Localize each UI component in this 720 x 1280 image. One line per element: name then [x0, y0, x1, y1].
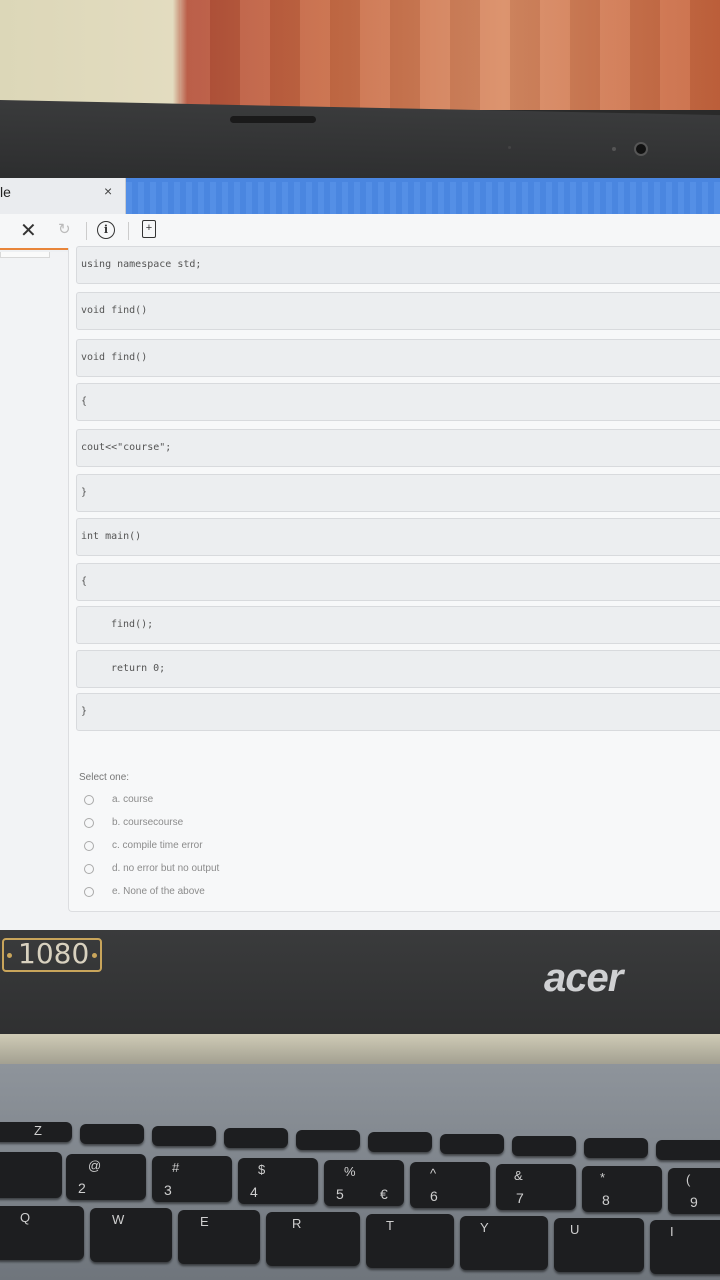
- quiz-page: using namespace std; void find() void fi…: [0, 246, 720, 936]
- background-blur: [180, 0, 720, 110]
- fn-key[interactable]: [440, 1134, 504, 1154]
- fn-key[interactable]: [224, 1128, 288, 1148]
- laptop-hinge: [0, 1034, 720, 1064]
- reload-icon[interactable]: ↻: [58, 220, 71, 238]
- key-5[interactable]: % 5 €: [324, 1160, 404, 1206]
- tab-strip-pattern: [126, 182, 720, 214]
- key-7[interactable]: & 7: [496, 1164, 576, 1210]
- code-line: }: [76, 474, 720, 512]
- option-label: c. compile time error: [112, 840, 203, 851]
- option-label: a. course: [112, 794, 154, 805]
- code-line: cout<<"course";: [76, 429, 720, 467]
- key-i[interactable]: I: [650, 1220, 720, 1274]
- side-panel: [0, 252, 50, 258]
- fn-key[interactable]: [296, 1130, 360, 1150]
- answer-option[interactable]: e. None of the above: [84, 886, 205, 897]
- code-line: {: [76, 383, 720, 421]
- fn-key[interactable]: [656, 1140, 720, 1160]
- answer-option[interactable]: b. coursecourse: [84, 817, 183, 828]
- key-e[interactable]: E: [178, 1210, 260, 1264]
- key-r[interactable]: R: [266, 1212, 360, 1266]
- option-label: d. no error but no output: [112, 863, 220, 874]
- fn-key[interactable]: [152, 1126, 216, 1146]
- key-q[interactable]: Q: [0, 1206, 84, 1260]
- radio-button[interactable]: [84, 863, 94, 874]
- radio-button[interactable]: [84, 886, 94, 897]
- option-label: e. None of the above: [112, 886, 205, 897]
- key-2[interactable]: @2: [66, 1154, 146, 1200]
- brand-logo: acer: [544, 956, 623, 1000]
- select-one-label: Select one:: [79, 772, 130, 783]
- code-line: find();: [76, 606, 720, 644]
- key-8[interactable]: * 8: [582, 1166, 662, 1212]
- key[interactable]: [0, 1152, 62, 1198]
- sensor-dot: [508, 146, 511, 149]
- fn-key[interactable]: [368, 1132, 432, 1152]
- code-line: void find(): [76, 292, 720, 330]
- code-line: int main(): [76, 518, 720, 556]
- code-line: void find(): [76, 339, 720, 377]
- key-u[interactable]: U: [554, 1218, 644, 1272]
- page-icon[interactable]: +: [142, 220, 156, 238]
- laptop-screen: le × ✕ ↻ i + using namespace std; void f…: [0, 178, 720, 936]
- toolbar-divider: [86, 222, 87, 240]
- browser-toolbar: ✕ ↻ i +: [0, 214, 720, 250]
- key-6[interactable]: ^ 6: [410, 1162, 490, 1208]
- code-line: }: [76, 693, 720, 731]
- key-9[interactable]: (9: [668, 1168, 720, 1214]
- key-t[interactable]: T: [366, 1214, 454, 1268]
- radio-button[interactable]: [84, 840, 94, 851]
- tab-close-button[interactable]: ×: [104, 183, 112, 199]
- close-icon[interactable]: ✕: [20, 218, 37, 243]
- tab-title: le: [0, 184, 11, 200]
- radio-button[interactable]: [84, 794, 94, 805]
- code-line: {: [76, 563, 720, 601]
- key-3[interactable]: #3: [152, 1156, 232, 1202]
- fn-key[interactable]: Z: [0, 1122, 72, 1142]
- answer-option[interactable]: d. no error but no output: [84, 863, 219, 874]
- camera-light: [612, 147, 616, 151]
- option-label: b. coursecourse: [112, 817, 184, 828]
- bezel-notch: [230, 116, 316, 123]
- resolution-badge: 1080: [2, 938, 102, 972]
- info-icon[interactable]: i: [97, 221, 115, 239]
- browser-tab[interactable]: le ×: [0, 178, 126, 214]
- fn-key[interactable]: [512, 1136, 576, 1156]
- webcam-icon: [634, 142, 648, 156]
- fn-key[interactable]: [80, 1124, 144, 1144]
- browser-tab-strip: le ×: [0, 178, 720, 214]
- code-line: using namespace std;: [76, 246, 720, 284]
- key-4[interactable]: $4: [238, 1158, 318, 1204]
- code-line: return 0;: [76, 650, 720, 688]
- key-y[interactable]: Y: [460, 1216, 548, 1270]
- fn-key[interactable]: [584, 1138, 648, 1158]
- answer-option[interactable]: c. compile time error: [84, 840, 203, 851]
- toolbar-divider: [128, 222, 129, 240]
- radio-button[interactable]: [84, 817, 94, 828]
- answer-option[interactable]: a. course: [84, 794, 153, 805]
- key-w[interactable]: W: [90, 1208, 172, 1262]
